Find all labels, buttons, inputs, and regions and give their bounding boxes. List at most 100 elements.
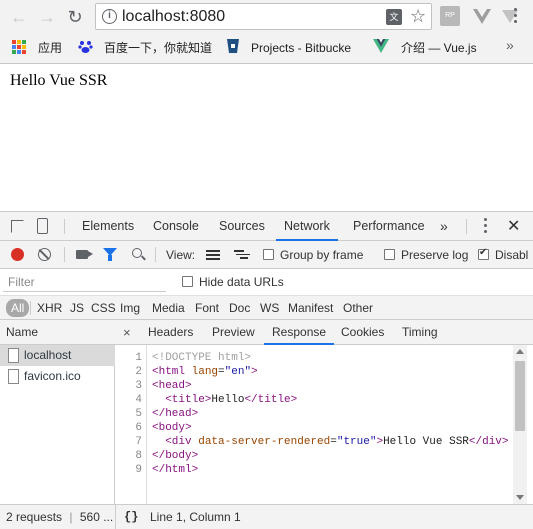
tab-sources[interactable]: Sources bbox=[219, 212, 265, 241]
back-arrow-icon[interactable]: ← bbox=[8, 6, 30, 28]
request-row[interactable]: favicon.ico bbox=[0, 366, 115, 387]
tab-network[interactable]: Network bbox=[276, 212, 338, 241]
request-summary: 2 requests | 560 ... bbox=[6, 510, 114, 524]
scroll-up-arrow-icon[interactable] bbox=[516, 349, 524, 354]
bookmark-baidu[interactable]: 百度一下，你就知道 bbox=[104, 39, 212, 57]
tab-performance[interactable]: Performance bbox=[353, 212, 425, 241]
type-all[interactable]: All bbox=[6, 299, 30, 317]
filter-icon[interactable] bbox=[103, 248, 117, 261]
requests-list: Name localhost favicon.ico bbox=[0, 320, 115, 504]
device-toolbar-icon[interactable] bbox=[37, 218, 48, 234]
tab-elements[interactable]: Elements bbox=[82, 212, 134, 241]
filter-input[interactable] bbox=[3, 272, 166, 292]
code-line: <body> bbox=[152, 422, 192, 434]
inspect-element-icon[interactable] bbox=[11, 220, 24, 233]
requests-count: 2 requests bbox=[6, 510, 63, 524]
type-doc[interactable]: Doc bbox=[229, 296, 250, 320]
response-scrollbar[interactable] bbox=[513, 345, 527, 504]
code-line: <!DOCTYPE html> bbox=[152, 352, 252, 364]
line-number: 8 bbox=[135, 450, 142, 462]
rp-extension-icon[interactable]: RP bbox=[440, 6, 460, 26]
url-text[interactable]: localhost:8080 bbox=[122, 8, 225, 26]
response-source[interactable]: 1 2 3 4 5 6 7 8 9 <!DOCTYPE html> <html … bbox=[115, 345, 533, 504]
name-column-header[interactable]: Name bbox=[0, 320, 115, 345]
type-xhr[interactable]: XHR bbox=[37, 296, 62, 320]
line-number: 4 bbox=[135, 394, 142, 406]
type-ws[interactable]: WS bbox=[260, 296, 279, 320]
tab-timing[interactable]: Timing bbox=[402, 320, 438, 345]
clear-icon[interactable] bbox=[38, 248, 51, 261]
preserve-log-checkbox[interactable] bbox=[384, 249, 395, 260]
large-rows-icon[interactable] bbox=[206, 250, 220, 260]
line-number: 2 bbox=[135, 366, 142, 378]
close-devtools-icon[interactable]: ✕ bbox=[507, 212, 520, 241]
overview-icon[interactable] bbox=[234, 250, 250, 260]
pretty-print-button[interactable]: {} bbox=[124, 505, 138, 529]
detail-tabbar: × Headers Preview Response Cookies Timin… bbox=[115, 320, 533, 345]
code-line: </head> bbox=[152, 408, 199, 420]
type-media[interactable]: Media bbox=[152, 296, 185, 320]
document-icon bbox=[8, 348, 19, 363]
disable-cache-checkbox[interactable] bbox=[478, 247, 489, 260]
chrome-menu-icon[interactable] bbox=[513, 8, 519, 26]
tab-cookies[interactable]: Cookies bbox=[341, 320, 384, 345]
close-details-icon[interactable]: × bbox=[123, 320, 131, 345]
scroll-thumb[interactable] bbox=[515, 361, 525, 431]
record-icon[interactable] bbox=[11, 248, 24, 261]
vue-devtools-icon[interactable] bbox=[472, 6, 492, 26]
vue-logo-icon bbox=[373, 39, 389, 53]
type-js[interactable]: JS bbox=[70, 296, 84, 320]
hide-data-urls-checkbox[interactable] bbox=[182, 276, 193, 287]
code-line: </html> bbox=[152, 464, 199, 476]
document-icon bbox=[8, 369, 19, 384]
page-viewport: Hello Vue SSR bbox=[0, 64, 533, 211]
devtools-statusbar: 2 requests | 560 ... {} Line 1, Column 1 bbox=[0, 504, 533, 529]
reload-icon[interactable]: ↻ bbox=[64, 6, 86, 28]
bookmark-bitbucket[interactable]: Projects - Bitbucke bbox=[251, 39, 351, 57]
request-name: localhost bbox=[24, 348, 72, 362]
line-number: 5 bbox=[135, 408, 142, 420]
bookmark-apps[interactable]: 应用 bbox=[38, 39, 62, 57]
tab-console[interactable]: Console bbox=[153, 212, 199, 241]
forward-arrow-icon[interactable]: → bbox=[36, 6, 58, 28]
type-other[interactable]: Other bbox=[343, 296, 373, 320]
filter-bar: Hide data URLs bbox=[0, 269, 533, 296]
type-css[interactable]: CSS bbox=[91, 296, 116, 320]
request-row[interactable]: localhost bbox=[0, 345, 115, 366]
request-name: favicon.ico bbox=[24, 369, 81, 383]
cursor-position: Line 1, Column 1 bbox=[150, 510, 241, 524]
code-line: <head> bbox=[152, 380, 192, 392]
search-icon[interactable] bbox=[132, 248, 142, 258]
translate-icon[interactable]: 文 bbox=[386, 9, 402, 25]
tab-response[interactable]: Response bbox=[264, 320, 335, 345]
bookmark-vue[interactable]: 介绍 — Vue.js bbox=[401, 39, 477, 57]
transfer-size: 560 ... bbox=[79, 510, 114, 524]
resource-type-filters: All XHR JS CSS Img Media Font Doc WS Man… bbox=[0, 296, 533, 320]
bookmarks-overflow-icon[interactable]: » bbox=[506, 37, 514, 53]
page-content-text: Hello Vue SSR bbox=[10, 72, 108, 89]
preserve-log-label: Preserve log bbox=[401, 248, 469, 262]
code-line: </body> bbox=[152, 450, 199, 462]
code-line: <div data-server-rendered="true">Hello V… bbox=[165, 436, 509, 448]
bookmark-star-icon[interactable]: ☆ bbox=[410, 6, 426, 27]
devtools-menu-icon[interactable] bbox=[483, 218, 489, 236]
line-number: 7 bbox=[135, 436, 142, 448]
scroll-down-arrow-icon[interactable] bbox=[516, 495, 524, 500]
line-number: 1 bbox=[135, 352, 142, 364]
address-bar[interactable]: i localhost:8080 文 ☆ bbox=[95, 3, 432, 30]
more-tabs-icon[interactable]: » bbox=[440, 212, 448, 241]
tab-preview[interactable]: Preview bbox=[212, 320, 255, 345]
type-img[interactable]: Img bbox=[120, 296, 140, 320]
request-details: × Headers Preview Response Cookies Timin… bbox=[115, 320, 533, 504]
tab-headers[interactable]: Headers bbox=[148, 320, 193, 345]
info-icon[interactable]: i bbox=[102, 9, 117, 24]
type-font[interactable]: Font bbox=[195, 296, 219, 320]
line-number: 6 bbox=[135, 422, 142, 434]
type-manifest[interactable]: Manifest bbox=[288, 296, 333, 320]
disable-cache-label: Disabl bbox=[495, 248, 529, 262]
group-by-frame-checkbox[interactable] bbox=[263, 249, 274, 260]
devtools-tabbar: Elements Console Sources Network Perform… bbox=[0, 212, 533, 241]
apps-icon[interactable] bbox=[12, 40, 26, 54]
capture-screenshots-icon[interactable] bbox=[76, 250, 93, 259]
baidu-paw-icon bbox=[78, 41, 93, 53]
